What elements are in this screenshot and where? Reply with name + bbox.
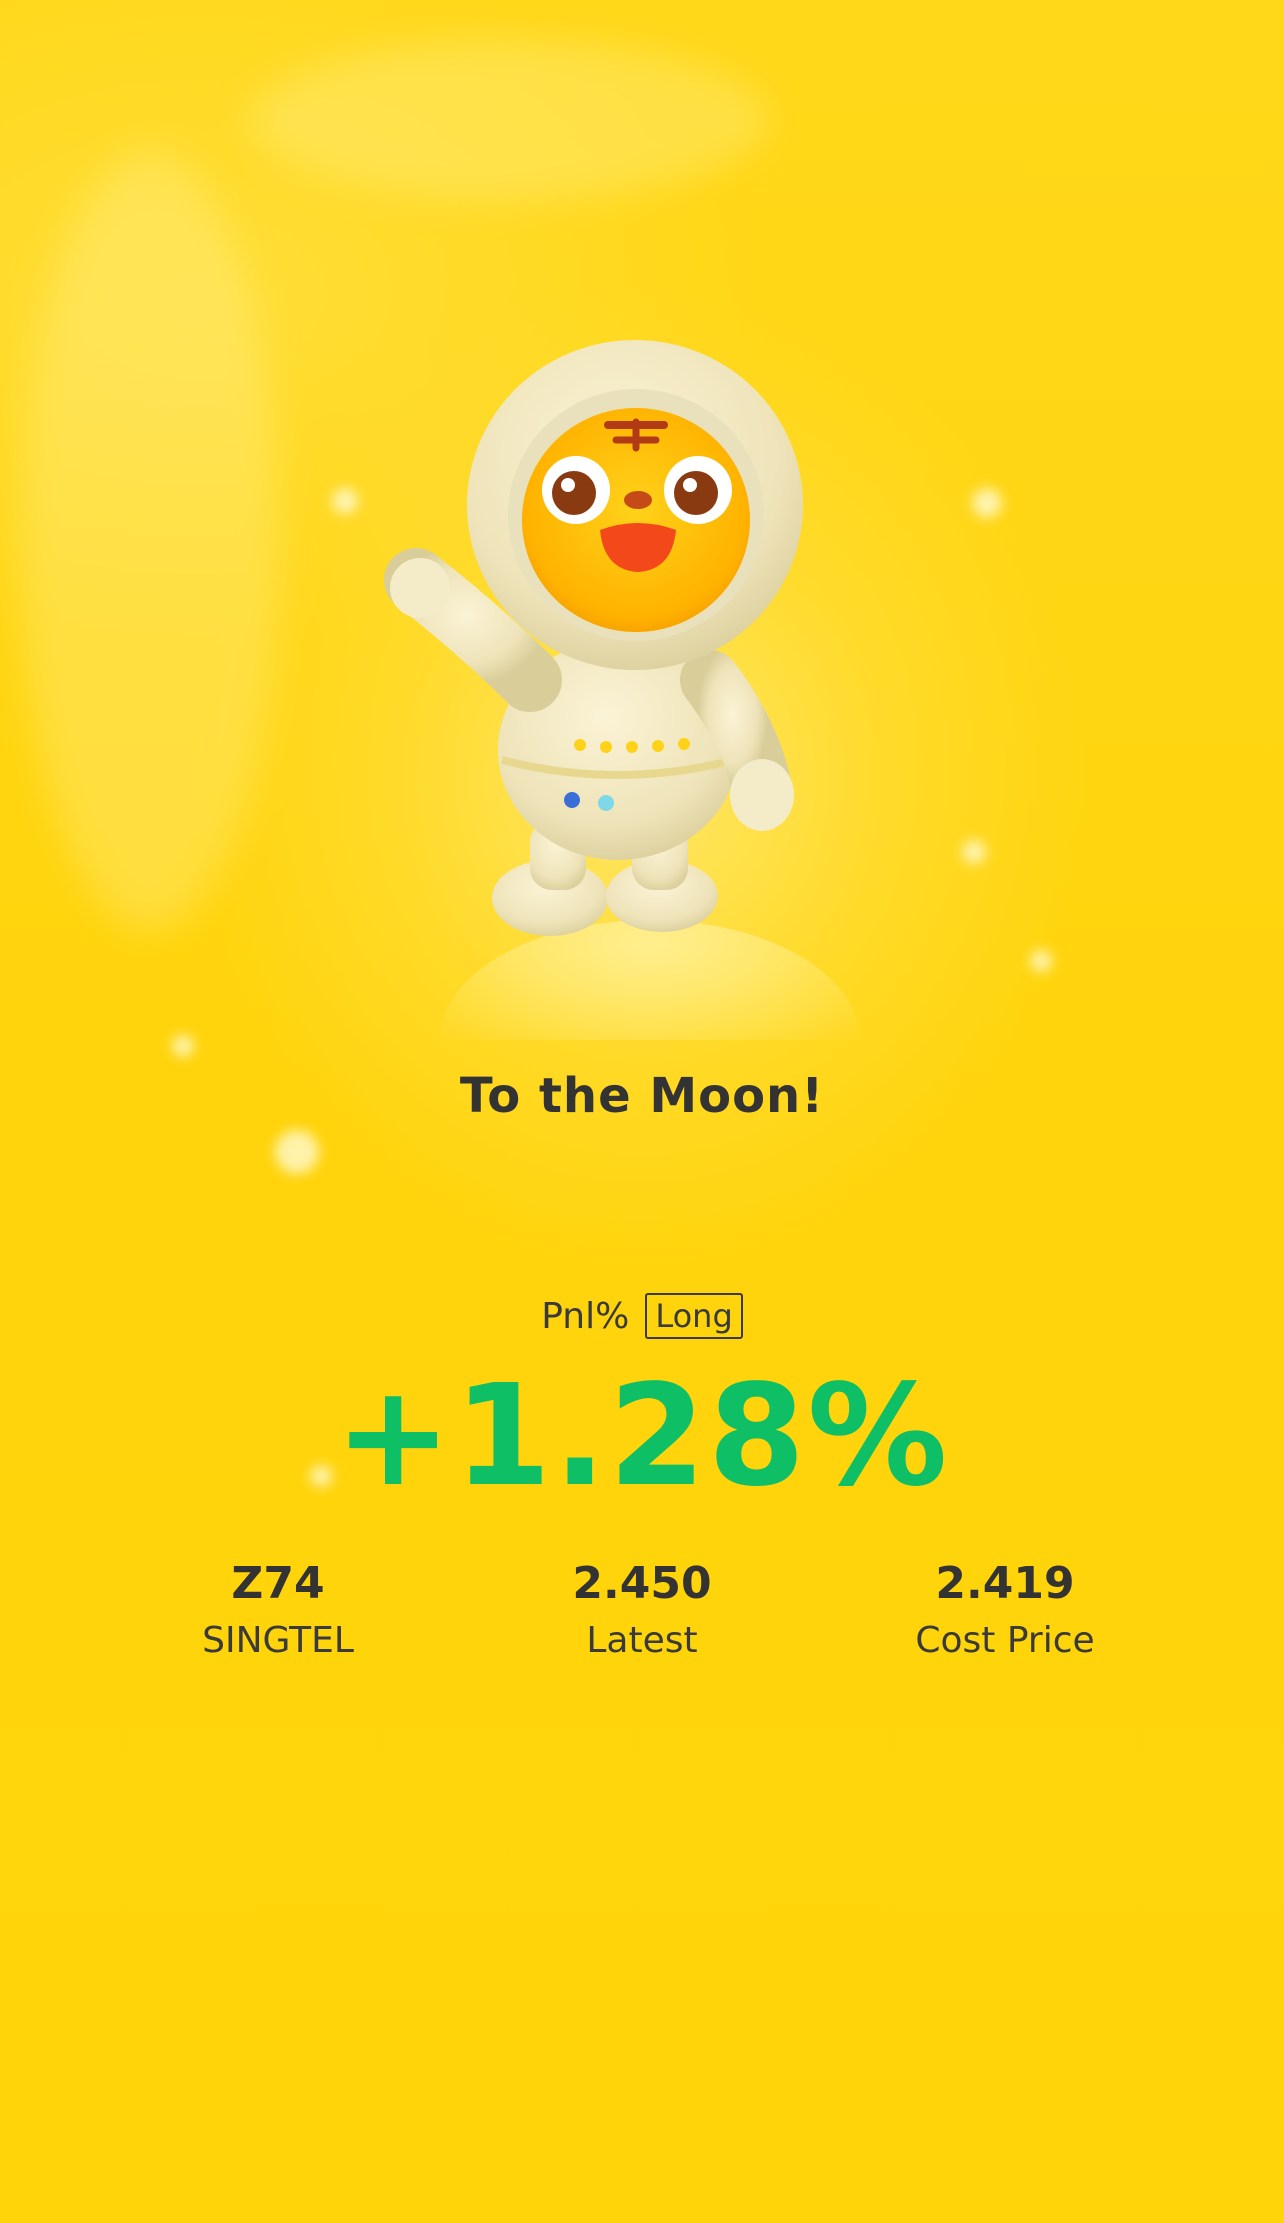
stat-latest: 2.450 Latest: [472, 1555, 812, 1669]
sparkle: [972, 488, 1002, 518]
pnl-label: Pnl%: [541, 1295, 630, 1337]
background-wisp: [250, 40, 770, 200]
stock-symbol: Z74: [231, 1558, 325, 1609]
latest-label: Latest: [586, 1620, 698, 1661]
cost-price-label: Cost Price: [915, 1620, 1095, 1661]
pnl-percentage: +1.28%: [334, 1355, 950, 1518]
sparkle: [275, 1130, 319, 1174]
sparkle: [962, 840, 986, 864]
position-tag: Long: [645, 1293, 743, 1339]
page-title: To the Moon!: [459, 1068, 825, 1124]
sparkle: [1030, 950, 1052, 972]
tiger-astronaut-mascot-icon: [384, 340, 803, 936]
stat-cost: 2.419 Cost Price: [835, 1555, 1175, 1669]
latest-price: 2.450: [572, 1558, 712, 1609]
stock-name: SINGTEL: [202, 1620, 354, 1661]
pnl-header: Pnl% Long: [0, 1293, 1284, 1339]
cost-price: 2.419: [935, 1558, 1075, 1609]
background-wisp: [20, 150, 280, 930]
sparkle: [332, 488, 358, 514]
sparkle: [172, 1035, 194, 1057]
stat-symbol: Z74 SINGTEL: [108, 1555, 448, 1669]
